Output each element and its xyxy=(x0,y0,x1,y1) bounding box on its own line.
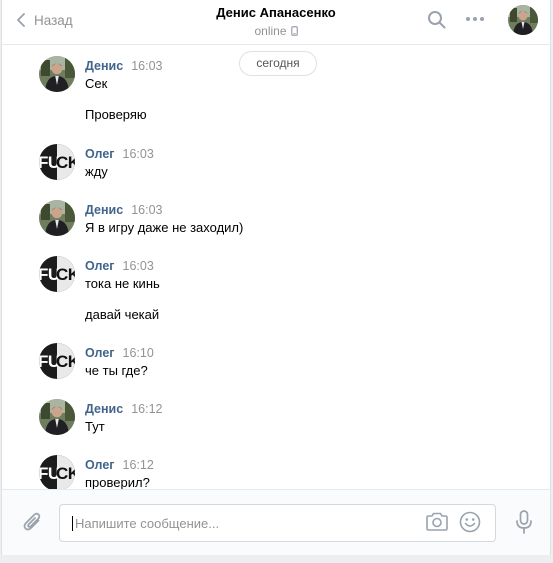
header-avatar[interactable] xyxy=(508,5,538,35)
message-text: проверил? xyxy=(85,475,150,489)
date-separator: сегодня xyxy=(239,51,317,76)
message-text: Сек xyxy=(85,76,108,91)
message-time: 16:03 xyxy=(131,203,163,217)
message-time: 16:12 xyxy=(122,458,154,472)
author-avatar[interactable]: FU CK xyxy=(39,144,75,180)
author-name[interactable]: Денис xyxy=(85,59,123,73)
message-text: Я в игру даже не заходил) xyxy=(85,220,244,235)
microphone-icon xyxy=(516,510,532,534)
author-name[interactable]: Олег xyxy=(85,259,115,273)
attach-button[interactable] xyxy=(22,511,44,536)
author-name[interactable]: Денис xyxy=(85,203,123,217)
chat-window: Назад Денис Апанасенко online сегодня Де… xyxy=(1,0,551,555)
composer-bar: Напишите сообщение... xyxy=(2,489,550,555)
fuck-logo-icon: FUCK xyxy=(39,144,75,180)
svg-text:CK: CK xyxy=(56,265,75,284)
message-text: Тут xyxy=(85,419,105,434)
emoji-button[interactable] xyxy=(459,511,481,536)
message-meta: Олег 16:12 xyxy=(85,457,154,472)
person-photo-icon xyxy=(39,399,75,435)
person-photo-icon xyxy=(39,56,75,92)
message-placeholder: Напишите сообщение... xyxy=(75,516,220,531)
message-meta: Денис 16:03 xyxy=(85,58,162,73)
message-text: тока не кинь xyxy=(85,276,160,291)
voice-message-button[interactable] xyxy=(515,510,533,537)
more-dot-icon xyxy=(480,17,484,21)
message-time: 16:03 xyxy=(122,259,154,273)
camera-button[interactable] xyxy=(425,512,449,535)
author-avatar[interactable]: FU CK xyxy=(39,256,75,292)
text-caret xyxy=(72,516,73,531)
paperclip-icon xyxy=(23,512,41,531)
author-avatar[interactable] xyxy=(39,200,75,236)
message-time: 16:03 xyxy=(131,59,163,73)
message-meta: Олег 16:10 xyxy=(85,345,154,360)
message-meta: Олег 16:03 xyxy=(85,146,154,161)
message-meta: Денис 16:03 xyxy=(85,202,162,217)
author-avatar[interactable] xyxy=(39,56,75,92)
author-avatar[interactable]: FU CK xyxy=(39,343,75,379)
message-text: Проверяю xyxy=(85,107,147,122)
person-photo-icon xyxy=(508,5,538,35)
more-button[interactable] xyxy=(466,17,484,21)
online-status: online xyxy=(254,24,298,38)
more-dot-icon xyxy=(466,17,470,21)
author-name[interactable]: Олег xyxy=(85,147,115,161)
fuck-logo-icon: FUCK xyxy=(39,343,75,379)
message-text: давай чекай xyxy=(85,307,160,322)
message-history[interactable]: сегодня Денис 16:03 Сек Проверяю FU CK Олег 16:… xyxy=(2,46,550,489)
status-text: online xyxy=(254,24,287,38)
svg-text:CK: CK xyxy=(56,352,75,371)
more-dot-icon xyxy=(473,17,477,21)
message-meta: Денис 16:12 xyxy=(85,401,162,416)
search-button[interactable] xyxy=(427,10,447,33)
author-name[interactable]: Олег xyxy=(85,458,115,472)
message-time: 16:10 xyxy=(122,346,154,360)
message-text: жду xyxy=(85,164,108,179)
person-photo-icon xyxy=(39,200,75,236)
svg-text:CK: CK xyxy=(56,153,75,172)
smile-icon xyxy=(459,511,481,533)
message-text: че ты где? xyxy=(85,363,148,378)
fuck-logo-icon: FUCK xyxy=(39,455,75,489)
camera-icon xyxy=(426,512,448,531)
author-avatar[interactable]: FU CK xyxy=(39,455,75,489)
message-time: 16:12 xyxy=(131,402,163,416)
author-name[interactable]: Олег xyxy=(85,346,115,360)
chat-header: Назад Денис Апанасенко online xyxy=(2,0,550,45)
svg-text:CK: CK xyxy=(56,464,75,483)
search-icon xyxy=(428,11,446,29)
message-time: 16:03 xyxy=(122,147,154,161)
fuck-logo-icon: FUCK xyxy=(39,256,75,292)
author-name[interactable]: Денис xyxy=(85,402,123,416)
author-avatar[interactable] xyxy=(39,399,75,435)
message-meta: Олег 16:03 xyxy=(85,258,154,273)
mobile-phone-icon xyxy=(290,26,298,36)
